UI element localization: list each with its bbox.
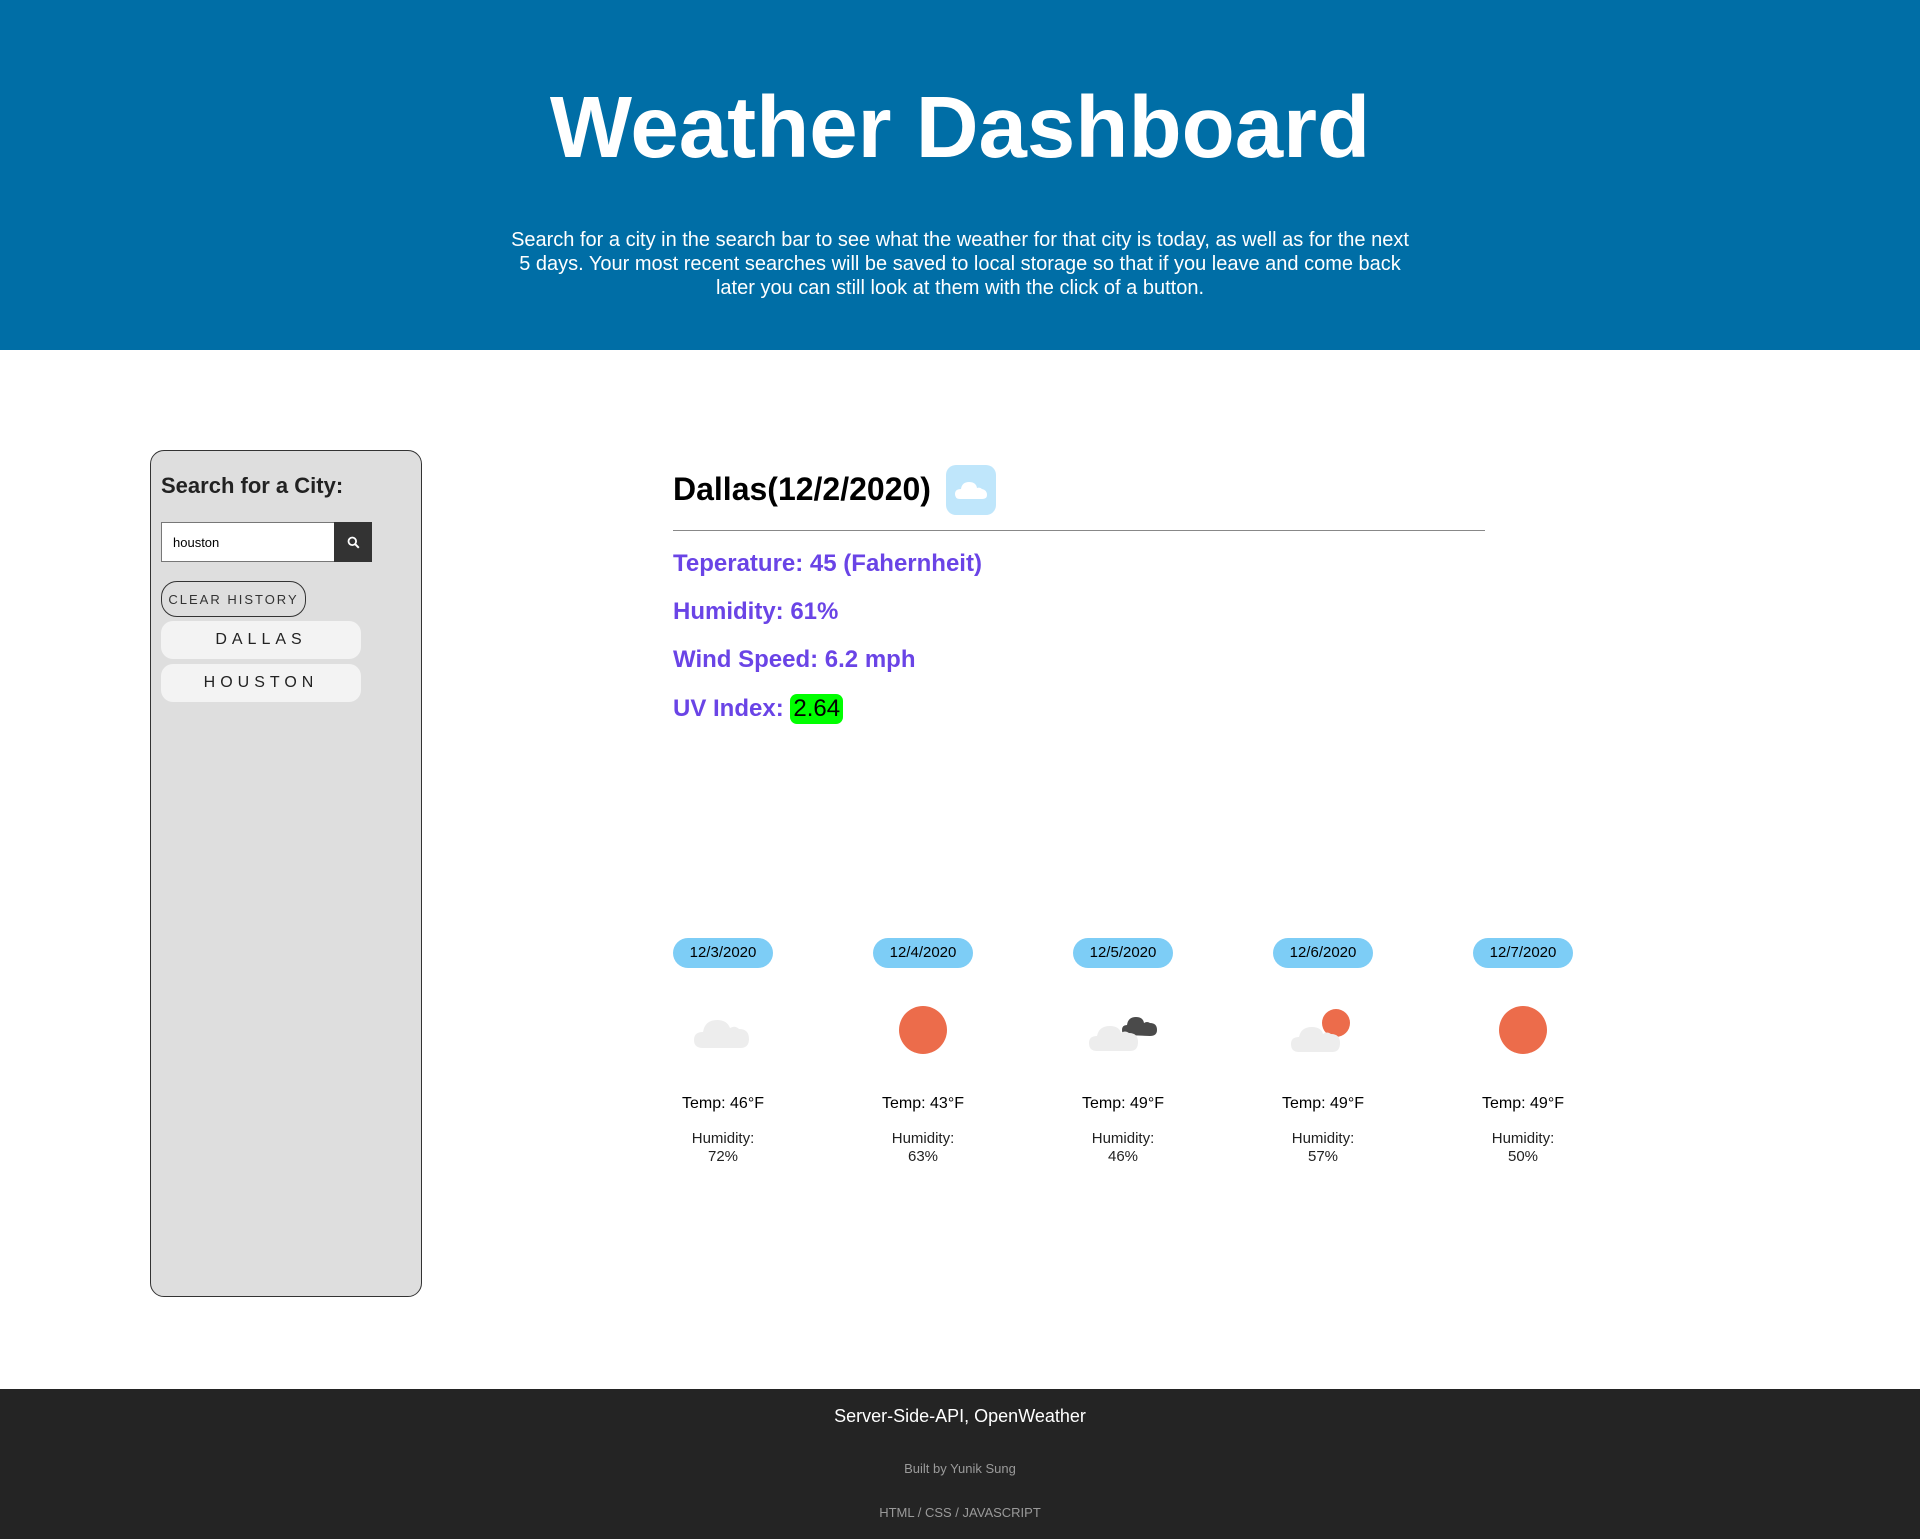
page-header: Weather Dashboard Search for a city in t…: [0, 0, 1920, 350]
forecast-humidity: Humidity: 57%: [1273, 1130, 1373, 1166]
forecast-humidity-label: Humidity:: [1291, 1130, 1355, 1147]
forecast-humidity-value: 46%: [1107, 1148, 1139, 1165]
search-icon: [347, 536, 360, 549]
current-weather-icon: [946, 465, 996, 515]
forecast-card: 12/4/2020 Temp: 43°F Humidity: 63%: [873, 938, 973, 1166]
forecast-date: 12/4/2020: [873, 938, 973, 968]
uv-index-badge: 2.64: [790, 694, 844, 724]
forecast-humidity: Humidity: 46%: [1073, 1130, 1173, 1166]
forecast-date: 12/6/2020: [1273, 938, 1373, 968]
uv-index-label: UV Index:: [673, 695, 784, 722]
footer-api-credit: Server-Side-API, OpenWeather: [834, 1406, 1086, 1426]
search-button[interactable]: [334, 522, 372, 562]
broken-clouds-icon: [1089, 1017, 1157, 1051]
forecast-icon: [1073, 995, 1173, 1065]
forecast-card: 12/3/2020 Temp: 46°F Humidity: 72%: [673, 938, 773, 1166]
cloud-icon: [694, 1020, 749, 1048]
forecast-icon: [1273, 995, 1373, 1065]
forecast-icon: [873, 995, 973, 1065]
forecast-humidity: Humidity: 63%: [873, 1130, 973, 1166]
forecast-card: 12/5/2020 Temp: 49°F Humidity: 46%: [1073, 938, 1173, 1166]
forecast-humidity: Humidity: 72%: [673, 1130, 773, 1166]
page-title: Weather Dashboard: [549, 79, 1371, 176]
forecast-humidity-label: Humidity:: [1491, 1130, 1555, 1147]
forecast-temp: Temp: 46°F: [682, 1095, 764, 1112]
forecast-humidity-value: 63%: [907, 1148, 939, 1165]
forecast-temp: Temp: 49°F: [1082, 1095, 1164, 1112]
current-city-title: Dallas(12/2/2020): [673, 471, 931, 507]
forecast-humidity-label: Humidity:: [1091, 1130, 1155, 1147]
history-city-button[interactable]: DALLAS: [161, 621, 361, 659]
forecast-temp: Temp: 49°F: [1482, 1095, 1564, 1112]
partly-sunny-icon: [1291, 1009, 1350, 1052]
forecast-humidity-value: 72%: [707, 1148, 739, 1165]
uv-index-stat: UV Index: 2.64: [673, 694, 844, 724]
history-city-button[interactable]: HOUSTON: [161, 664, 361, 702]
sun-icon: [899, 1006, 947, 1054]
clear-history-button[interactable]: CLEAR HISTORY: [161, 581, 306, 617]
page-description: Search for a city in the search bar to s…: [511, 229, 1409, 299]
sun-icon: [1499, 1006, 1547, 1054]
search-sidebar: Search for a City: CLEAR HISTORY DALLAS …: [150, 450, 422, 1297]
forecast-card: 12/7/2020 Temp: 49°F Humidity: 50%: [1473, 938, 1573, 1166]
forecast-icon: [673, 995, 773, 1065]
footer-tech-stack: HTML / CSS / JAVASCRIPT: [879, 1505, 1041, 1520]
humidity-stat: Humidity: 61%: [673, 598, 839, 625]
footer-author: Built by Yunik Sung: [904, 1461, 1016, 1476]
search-input[interactable]: [161, 522, 334, 562]
forecast-temp: Temp: 43°F: [882, 1095, 964, 1112]
title-divider: [673, 530, 1485, 531]
forecast-humidity-value: 57%: [1307, 1148, 1339, 1165]
temperature-stat: Teperature: 45 (Fahernheit): [673, 550, 982, 577]
forecast-humidity-label: Humidity:: [891, 1130, 955, 1147]
forecast-card: 12/6/2020 Temp: 49°F Humidity: 57%: [1273, 938, 1373, 1166]
page-footer: Server-Side-API, OpenWeather Built by Yu…: [0, 1389, 1920, 1539]
forecast-date: 12/5/2020: [1073, 938, 1173, 968]
search-bar: [161, 522, 372, 562]
wind-speed-stat: Wind Speed: 6.2 mph: [673, 646, 916, 673]
forecast-temp: Temp: 49°F: [1282, 1095, 1364, 1112]
cloud-icon: [955, 482, 987, 499]
forecast-humidity-value: 50%: [1507, 1148, 1539, 1165]
search-heading: Search for a City:: [161, 473, 344, 498]
forecast-date: 12/7/2020: [1473, 938, 1573, 968]
forecast-icon: [1473, 995, 1573, 1065]
forecast-date: 12/3/2020: [673, 938, 773, 968]
forecast-humidity-label: Humidity:: [691, 1130, 755, 1147]
forecast-humidity: Humidity: 50%: [1473, 1130, 1573, 1166]
